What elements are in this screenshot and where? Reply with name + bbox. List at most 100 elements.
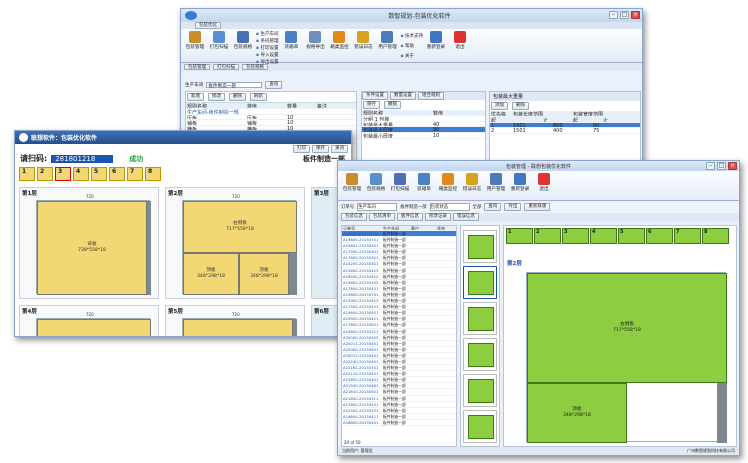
maximize-button[interactable]: □: [620, 11, 629, 19]
order-row[interactable]: A18800-20130441 板件制造一部: [342, 420, 456, 426]
box-slot[interactable]: 7: [127, 167, 143, 181]
layer-card[interactable]: 第2层 右侧板 717*558*18 顶板 348*298*18 顶板 348*298*18…: [165, 187, 305, 299]
toolbar-button[interactable]: 修改: [208, 93, 225, 101]
ribbon-button-8[interactable]: 退出: [533, 173, 555, 198]
info-tab[interactable]: 包装信息: [341, 213, 367, 221]
toolbar-button[interactable]: 刷新: [250, 93, 267, 101]
settings-item[interactable]: 生产车间: [256, 31, 278, 37]
settings-item[interactable]: 导出设置: [256, 59, 278, 65]
settings-item[interactable]: 条码管理: [256, 38, 278, 44]
ribbon-button-7[interactable]: 用户管理: [376, 31, 398, 60]
ribbon-button-9[interactable]: 退出: [449, 31, 471, 60]
piece[interactable]: 背板 738*558*18: [37, 201, 147, 295]
close-button[interactable]: ×: [631, 11, 640, 19]
about-item[interactable]: 帮助: [400, 43, 422, 49]
box-slot[interactable]: 1: [506, 228, 533, 244]
info-tab[interactable]: 修改记录: [425, 213, 451, 221]
layer-thumb[interactable]: [463, 338, 497, 371]
settings-item[interactable]: 打印设置: [256, 45, 278, 51]
ribbon-button-1[interactable]: 包装规格: [365, 173, 387, 198]
filter-item[interactable]: 生产车间: [357, 203, 398, 211]
condition-toolbar-button[interactable]: 保存: [363, 101, 380, 109]
filter-item[interactable]: 导出: [504, 203, 522, 211]
ribbon-button-1[interactable]: 打包扫描: [208, 31, 230, 60]
box-slot[interactable]: 2: [534, 228, 561, 244]
ribbon-button-8[interactable]: 重新登录: [425, 31, 447, 60]
size-row[interactable]: 2 1501 400 75: [490, 128, 640, 135]
box-slot[interactable]: 6: [109, 167, 125, 181]
piece-top[interactable]: 顶板 348*298*18: [527, 383, 627, 443]
piece[interactable]: 顶板 348*298*18: [183, 253, 239, 295]
minimize-button[interactable]: –: [706, 162, 715, 170]
ribbon-button-7[interactable]: 重新登录: [509, 173, 531, 198]
piece-right-side[interactable]: 右侧板 717*558*18: [527, 273, 727, 383]
box-slot[interactable]: 2: [37, 167, 53, 181]
layer-thumb[interactable]: [463, 230, 497, 263]
condition-tab[interactable]: 条件设置: [362, 92, 388, 100]
piece[interactable]: 背板717*558*18: [37, 319, 151, 336]
tab-packing-optimize[interactable]: 包装优化: [195, 22, 221, 29]
box-slot[interactable]: 6: [646, 228, 673, 244]
box-slot[interactable]: 4: [590, 228, 617, 244]
box-slot[interactable]: 8: [702, 228, 729, 244]
info-tab[interactable]: 板件信息: [397, 213, 423, 221]
settings-item[interactable]: 导入设置: [256, 52, 278, 58]
scan-toolbar-button[interactable]: 关闭: [331, 145, 348, 153]
about-item[interactable]: 关于: [400, 53, 422, 59]
ribbon-button-2[interactable]: 包装规格: [232, 31, 254, 60]
box-slot[interactable]: 1: [19, 167, 35, 181]
condition-row[interactable]: 包装最小厚度 10: [362, 133, 485, 139]
toolbar-button[interactable]: 新增: [187, 93, 204, 101]
box-slot[interactable]: 5: [91, 167, 107, 181]
ribbon-button-6[interactable]: 用户管理: [485, 173, 507, 198]
scan-input[interactable]: 281801218: [51, 154, 114, 163]
size-toolbar-button[interactable]: 添加: [491, 102, 508, 110]
ribbon-button-0[interactable]: 包装管理: [341, 173, 363, 198]
box-slot[interactable]: 8: [145, 167, 161, 181]
about-item[interactable]: 技术支持: [400, 33, 423, 39]
layer-thumb[interactable]: [463, 410, 497, 443]
filter-item[interactable]: 包装状态: [429, 203, 470, 211]
info-tab[interactable]: 包装清单: [369, 213, 395, 221]
close-button[interactable]: ×: [728, 162, 737, 170]
box-slot[interactable]: 3: [562, 228, 589, 244]
scan-toolbar-button[interactable]: 保存: [312, 145, 329, 153]
ribbon-button-4[interactable]: 箱类监控: [437, 173, 459, 198]
subtab[interactable]: 打包扫描: [213, 64, 239, 70]
condition-toolbar-button[interactable]: 撤销: [384, 101, 401, 109]
info-tab[interactable]: 错误信息: [453, 213, 479, 221]
ribbon-button-4[interactable]: 规格导出: [304, 31, 326, 60]
ribbon-button-2[interactable]: 打包扫描: [389, 173, 411, 198]
layer-thumb[interactable]: [463, 266, 497, 299]
tree-root[interactable]: 生产车间-板件制造一部: [186, 109, 239, 114]
scan-toolbar-button[interactable]: 打印: [293, 145, 310, 153]
piece[interactable]: 顶板 348*298*18: [239, 253, 289, 295]
ribbon-button-3[interactable]: 装箱单: [280, 31, 302, 60]
piece[interactable]: 右侧板300*667*18: [183, 319, 293, 336]
condition-tab[interactable]: 数量设置: [390, 92, 416, 100]
query-button[interactable]: 查询: [265, 81, 283, 89]
minimize-button[interactable]: –: [609, 11, 618, 19]
workshop-select[interactable]: 板件制造一部: [206, 82, 263, 89]
ribbon-button-0[interactable]: 包装管理: [184, 31, 206, 60]
toolbar-button[interactable]: 删除: [229, 93, 246, 101]
condition-tab[interactable]: 组合规则: [418, 92, 444, 100]
box-slot[interactable]: 4: [73, 167, 89, 181]
ribbon-button-5[interactable]: 错误日志: [461, 173, 483, 198]
box-slot[interactable]: 5: [618, 228, 645, 244]
piece[interactable]: 右侧板 717*558*18: [183, 201, 297, 253]
layer-card[interactable]: 第5层右侧板300*667*18 720: [165, 305, 305, 336]
layer-thumb[interactable]: [463, 374, 497, 407]
layer-thumb[interactable]: [463, 302, 497, 335]
ribbon-button-3[interactable]: 装箱单: [413, 173, 435, 198]
layer-card[interactable]: 第1层 背板 738*558*18 720: [19, 187, 159, 299]
size-toolbar-button[interactable]: 删除: [512, 102, 529, 110]
layer-card[interactable]: 第4层背板717*558*18底层330*288*18底层330*288*187…: [19, 305, 159, 336]
ribbon-button-5[interactable]: 箱类监控: [328, 31, 350, 60]
filter-item[interactable]: 查询: [484, 203, 502, 211]
pager[interactable]: 20 of 50: [344, 440, 361, 445]
subtab[interactable]: 包装管理: [184, 64, 210, 70]
filter-item[interactable]: 重新排版: [524, 203, 551, 211]
box-slot[interactable]: 7: [674, 228, 701, 244]
box-slot[interactable]: 3: [55, 167, 71, 181]
